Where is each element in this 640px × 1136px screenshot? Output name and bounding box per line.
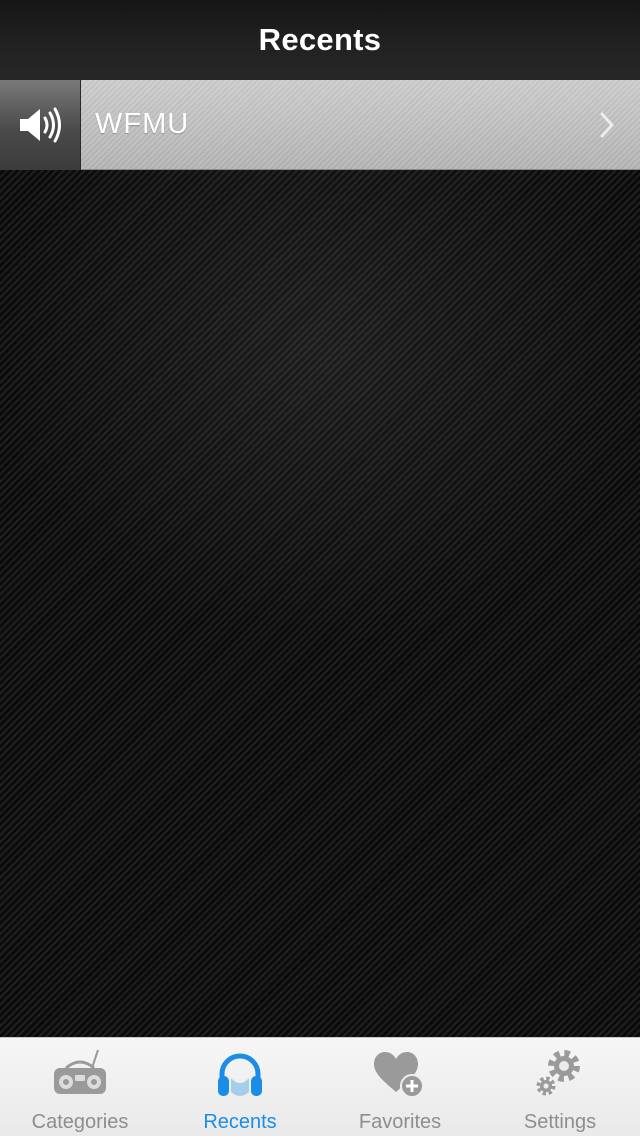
chevron-right-icon: [600, 112, 614, 137]
tab-categories[interactable]: Categories: [0, 1038, 160, 1136]
now-playing-indicator: [0, 80, 81, 170]
tab-recents[interactable]: Recents: [160, 1038, 320, 1136]
tab-favorites[interactable]: Favorites: [320, 1038, 480, 1136]
list-item[interactable]: WFMU: [0, 80, 640, 170]
station-cell[interactable]: WFMU: [81, 80, 640, 170]
tab-settings[interactable]: Settings: [480, 1038, 640, 1136]
gears-icon: [536, 1050, 580, 1096]
headphones-icon: [218, 1053, 262, 1096]
tab-label: Recents: [203, 1111, 277, 1133]
tab-bar: Categories Recents Favorites Settings: [0, 1037, 640, 1136]
heart-plus-icon: [374, 1052, 424, 1098]
tab-label: Favorites: [358, 1111, 442, 1133]
page-title: Recents: [258, 22, 382, 57]
station-name: WFMU: [95, 108, 190, 140]
navigation-bar: Recents: [0, 0, 640, 81]
app-screen: Recents WFMU Categories Recents Favorite…: [0, 0, 640, 1136]
tab-label: Settings: [523, 1111, 597, 1133]
recents-list[interactable]: WFMU: [0, 80, 640, 1037]
boombox-icon: [54, 1049, 106, 1094]
tab-label: Categories: [31, 1111, 129, 1133]
speaker-playing-icon: [20, 107, 61, 143]
